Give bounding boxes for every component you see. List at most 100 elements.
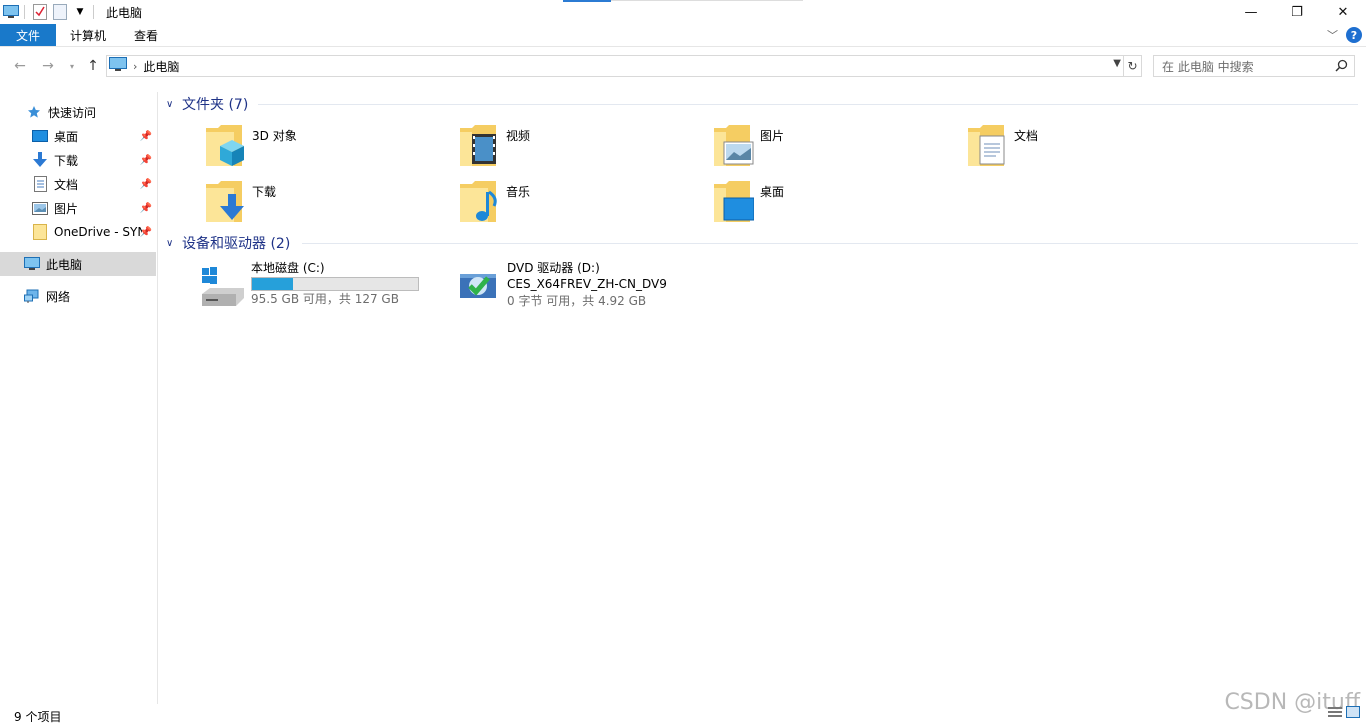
document-icon [32,176,48,192]
refresh-icon[interactable]: ↻ [1124,55,1142,77]
sidebar-item-network[interactable]: 网络 [0,284,156,308]
sidebar-item-this-pc[interactable]: 此电脑 [0,252,156,276]
sidebar-item-quick-access[interactable]: 快速访问 [0,100,156,124]
address-bar[interactable]: › 此电脑 ▼ [106,55,1124,77]
sidebar-item-label: 网络 [46,289,71,304]
this-pc-icon [109,57,127,75]
expand-ribbon-icon[interactable]: ﹀ [1327,27,1338,43]
music-folder-icon [460,180,500,224]
pin-icon[interactable]: 📌 [140,131,152,142]
customize-dropdown-icon[interactable]: ▼ [71,4,89,20]
drive-info: DVD 驱动器 (D:) CES_X64FREV_ZH-CN_DV9 0 字节 … [507,260,667,310]
sidebar-item-label: 快速访问 [48,105,97,120]
folder-label: 文档 [1014,129,1039,143]
tab-computer[interactable]: 计算机 [56,24,120,46]
folder-tile-pictures[interactable]: 图片 [714,124,784,172]
sidebar-item-label: 图片 [54,201,79,216]
back-arrow-icon[interactable]: ← [10,56,30,76]
folder-tile-3d-objects[interactable]: 3D 对象 [206,124,297,172]
dvd-drive-icon [456,260,504,308]
folder-label: 图片 [760,129,785,143]
drive-free-space: 0 字节 可用，共 4.92 GB [507,294,647,308]
minimize-button[interactable]: — [1228,0,1274,24]
folder-label: 桌面 [760,185,785,199]
search-input[interactable]: 在 此电脑 中搜索 [1153,55,1355,77]
sidebar-item-onedrive[interactable]: OneDrive - SYN 📌 [0,220,156,244]
folder-icon [32,224,48,240]
group-header-folders[interactable]: ∨ 文件夹 (7) [166,94,248,114]
desktop-folder-icon [714,180,755,224]
properties-icon[interactable] [31,4,49,20]
collapse-chevron-icon[interactable]: ∨ [166,99,178,110]
sidebar-item-pictures[interactable]: 图片 📌 [0,196,156,220]
folder-label: 3D 对象 [252,129,297,143]
drive-tile-d[interactable]: DVD 驱动器 (D:) CES_X64FREV_ZH-CN_DV9 0 字节 … [456,260,667,310]
drive-usage-fill [252,278,294,290]
window-controls: — ❐ ✕ [1228,0,1366,24]
sidebar-item-label: 桌面 [54,129,79,144]
ribbon-tabs: 文件 计算机 查看 ﹀ ? [0,24,1366,47]
group-title: 文件夹 (7) [182,97,249,113]
window-title: 此电脑 [106,5,143,20]
sidebar-item-desktop[interactable]: 桌面 📌 [0,124,156,148]
pin-icon[interactable]: 📌 [140,227,152,238]
picture-icon [32,200,48,216]
download-arrow-icon [32,152,48,168]
help-icon[interactable]: ? [1346,27,1362,43]
folder-tile-desktop[interactable]: 桌面 [714,180,784,228]
forward-arrow-icon[interactable]: → [38,56,58,76]
desktop-icon [32,128,48,144]
sidebar-item-label: 文档 [54,177,79,192]
up-arrow-icon[interactable]: ↑ [83,56,103,76]
this-pc-icon[interactable] [2,4,20,20]
collapse-chevron-icon[interactable]: ∨ [166,238,178,249]
this-pc-icon [24,256,40,272]
star-icon [26,104,42,120]
breadcrumb-this-pc[interactable]: 此电脑 [143,58,179,75]
folder-label: 视频 [506,129,531,143]
folder-label: 下载 [252,185,277,199]
navigation-pane: 快速访问 桌面 📌 下载 📌 文档 📌 图片 📌 OneDrive - SYN … [0,92,158,704]
sidebar-item-downloads[interactable]: 下载 📌 [0,148,156,172]
group-divider [302,243,1358,244]
downloads-folder-icon [206,180,246,224]
folder-tile-videos[interactable]: 视频 [460,124,530,172]
quick-access-toolbar: ▼ [0,0,98,24]
folder-tile-music[interactable]: 音乐 [460,180,530,228]
group-divider [258,104,1358,105]
breadcrumb-chevron-icon[interactable]: › [133,60,137,73]
network-icon [24,288,40,304]
drive-tile-c[interactable]: 本地磁盘 (C:) 95.5 GB 可用，共 127 GB [200,260,419,308]
restore-button[interactable]: ❐ [1274,0,1320,24]
search-icon[interactable] [1335,59,1348,75]
toolbar-divider [93,5,94,19]
new-folder-icon[interactable] [51,4,69,20]
group-title: 设备和驱动器 (2) [182,236,291,252]
ribbon-right-controls: ﹀ ? [1327,27,1362,43]
tab-view[interactable]: 查看 [120,24,172,46]
group-header-drives[interactable]: ∨ 设备和驱动器 (2) [166,233,290,253]
title-accent-line [611,0,803,1]
videos-folder-icon [460,124,500,168]
view-toggle [1328,706,1360,721]
folder-tile-documents[interactable]: 文档 [968,124,1038,172]
folder-tile-downloads[interactable]: 下载 [206,180,276,228]
tiles-view-icon[interactable] [1346,706,1360,721]
sidebar-item-documents[interactable]: 文档 📌 [0,172,156,196]
item-count: 9 个项目 [14,710,62,724]
folder-label: 音乐 [506,185,531,199]
recent-locations-icon[interactable]: ▾ [62,56,82,76]
drive-volume-label: CES_X64FREV_ZH-CN_DV9 [507,277,667,291]
search-placeholder: 在 此电脑 中搜索 [1162,59,1254,74]
address-dropdown-icon[interactable]: ▼ [1113,58,1121,69]
close-button[interactable]: ✕ [1320,0,1366,24]
pin-icon[interactable]: 📌 [140,203,152,214]
pin-icon[interactable]: 📌 [140,155,152,166]
documents-folder-icon [968,124,1008,168]
drive-info: 本地磁盘 (C:) 95.5 GB 可用，共 127 GB [251,260,419,308]
pin-icon[interactable]: 📌 [140,179,152,190]
tab-file[interactable]: 文件 [0,24,56,46]
details-view-icon[interactable] [1328,706,1342,721]
drive-name: 本地磁盘 (C:) [251,261,325,275]
sidebar-item-label: OneDrive - SYN [54,225,142,239]
